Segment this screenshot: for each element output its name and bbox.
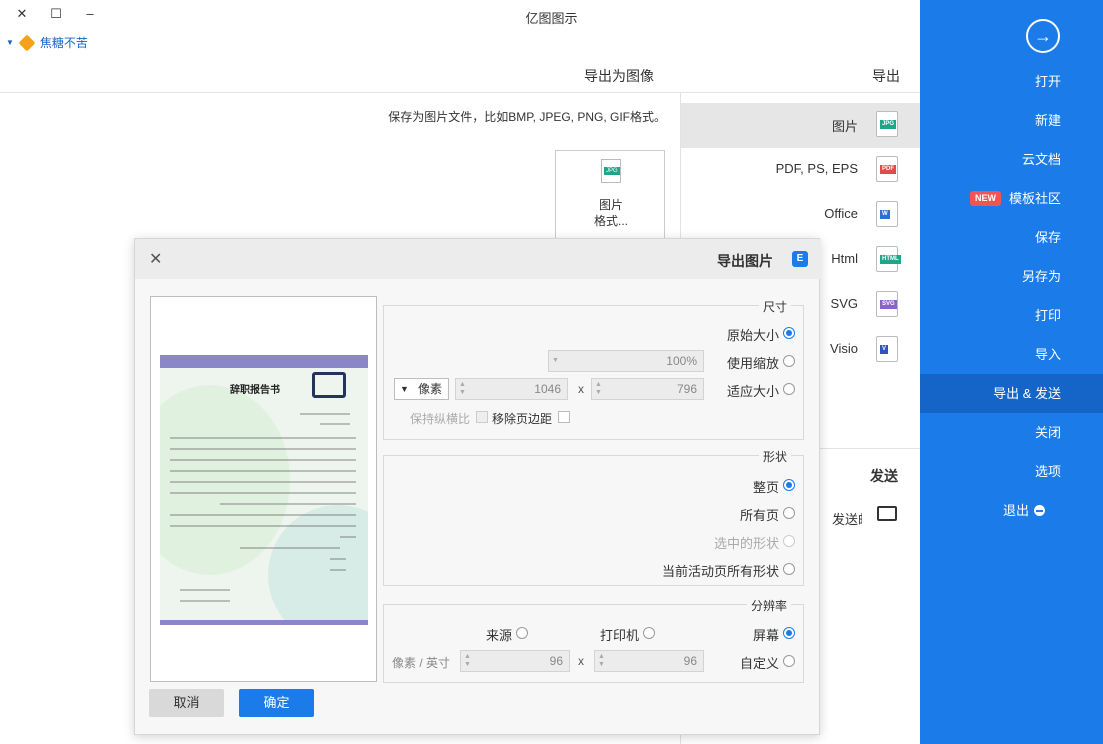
format-label: 图片 bbox=[831, 119, 858, 134]
format-office[interactable]: Office W bbox=[681, 193, 920, 238]
shape-group: 形状 整页 所有页 选中的形状 当前活动页所有形状 bbox=[383, 448, 804, 586]
jpg-file-icon: JPG bbox=[601, 159, 621, 183]
dpi-y-input[interactable]: ▲ ▼ 96 bbox=[460, 650, 570, 672]
format-label: Office bbox=[824, 206, 858, 221]
send-email-item[interactable]: 发送邮件 bbox=[832, 509, 862, 528]
dialog-title: 导出图片 bbox=[717, 253, 773, 269]
size-unit-select[interactable]: ▼ 像素 bbox=[394, 378, 449, 400]
cancel-button[interactable]: 取消 bbox=[149, 689, 224, 717]
sidebar-item-import[interactable]: 导入 bbox=[920, 335, 1103, 374]
radio-active-page-shapes[interactable]: 当前活动页所有形状 bbox=[643, 560, 803, 579]
user-name: 焦糖不苦 bbox=[39, 36, 88, 50]
send-section-title: 发送 bbox=[870, 468, 898, 484]
radio-all-pages[interactable]: 所有页 bbox=[693, 504, 803, 523]
export-section-title: 导出 bbox=[872, 68, 900, 84]
format-label: Visio bbox=[830, 341, 858, 356]
title-bar: 亿图图示 ✕ ☐ – bbox=[0, 0, 920, 30]
times-label: x bbox=[578, 382, 584, 396]
format-label: SVG bbox=[830, 296, 858, 311]
exit-icon bbox=[1034, 505, 1045, 516]
radio-whole-page[interactable]: 整页 bbox=[693, 476, 803, 495]
size-group: 尺寸 原始大小 使用缩放 ▼ 100% 适应大小 ▲ ▼ 796 x ▲ ▼ 1046 ▼… bbox=[383, 298, 804, 440]
back-arrow-icon[interactable]: → bbox=[1026, 19, 1060, 53]
radio-selected-shapes[interactable]: 选中的形状 bbox=[693, 532, 803, 551]
mail-icon[interactable] bbox=[877, 506, 897, 521]
svg-file-icon: SVG bbox=[876, 291, 898, 317]
ok-button[interactable]: 确定 bbox=[239, 689, 314, 717]
word-file-icon: W bbox=[876, 201, 898, 227]
sidebar-item-template-community[interactable]: NEW 模板社区 bbox=[920, 179, 1103, 218]
radio-original-size[interactable]: 原始大小 bbox=[693, 324, 803, 343]
export-description: 保存为图片文件，比如BMP, JPEG, PNG, GIF格式。 bbox=[388, 110, 666, 124]
minimize-window-button[interactable]: – bbox=[82, 6, 98, 22]
export-preview: 辞职报告书 bbox=[150, 296, 377, 682]
keep-ratio-checkbox[interactable]: 保持纵横比 bbox=[396, 410, 488, 426]
sidebar-item-export-send[interactable]: 导出 & 发送 bbox=[920, 374, 1103, 413]
dpi-x-input[interactable]: ▲ ▼ 96 bbox=[594, 650, 704, 672]
radio-fit-size[interactable]: 适应大小 bbox=[693, 380, 803, 399]
sidebar-item-open[interactable]: 打开 bbox=[920, 62, 1103, 101]
image-format-card[interactable]: JPG 图片 格式... bbox=[555, 150, 665, 242]
vip-badge-icon bbox=[18, 34, 36, 51]
radio-printer[interactable]: 打印机 bbox=[589, 624, 663, 643]
radio-screen[interactable]: 屏幕 bbox=[743, 624, 803, 643]
sidebar-item-print[interactable]: 打印 bbox=[920, 296, 1103, 335]
format-label: PDF, PS, EPS bbox=[775, 161, 858, 176]
resolution-legend: 分辨率 bbox=[746, 597, 791, 614]
sidebar-item-options[interactable]: 选项 bbox=[920, 452, 1103, 491]
format-label: Html bbox=[831, 251, 858, 266]
card-label: 图片 格式... bbox=[593, 198, 628, 228]
id-card-icon bbox=[312, 372, 346, 398]
close-icon[interactable]: ✕ bbox=[149, 249, 162, 269]
header-divider bbox=[0, 92, 920, 93]
sidebar-item-exit[interactable]: 退出 bbox=[920, 491, 1103, 530]
resolution-group: 分辨率 屏幕 打印机 来源 自定义 ▲ ▼ 96 x ▲ ▼ 96 像素 / 英寸 bbox=[383, 597, 804, 683]
dpi-unit-label: 像素 / 英寸 bbox=[392, 656, 451, 670]
app-logo-icon: E bbox=[792, 251, 808, 267]
user-menu[interactable]: ▼ 焦糖不苦 bbox=[6, 34, 88, 51]
pdf-file-icon: PDF bbox=[876, 156, 898, 182]
maximize-window-button[interactable]: ☐ bbox=[48, 6, 64, 22]
sidebar-item-close[interactable]: 关闭 bbox=[920, 413, 1103, 452]
radio-use-scale[interactable]: 使用缩放 bbox=[693, 352, 803, 371]
size-legend: 尺寸 bbox=[758, 298, 791, 315]
height-input[interactable]: ▲ ▼ 796 bbox=[591, 378, 704, 400]
format-image[interactable]: 图片 JPG bbox=[681, 103, 920, 148]
dialog-header: ✕ 导出图片 E bbox=[135, 239, 821, 279]
close-window-button[interactable]: ✕ bbox=[14, 6, 30, 22]
jpg-file-icon: JPG bbox=[876, 111, 898, 137]
dropdown-arrow-icon: ▼ bbox=[6, 38, 14, 47]
radio-custom[interactable]: 自定义 bbox=[733, 652, 803, 671]
sidebar-item-cloud-docs[interactable]: 云文档 bbox=[920, 140, 1103, 179]
backstage-sidebar: → 打开 新建 云文档 NEW 模板社区 保存 另存为 打印 导入 导出 & 发… bbox=[920, 0, 1103, 744]
format-pdf[interactable]: PDF, PS, EPS PDF bbox=[681, 148, 920, 193]
width-input[interactable]: ▲ ▼ 1046 bbox=[455, 378, 568, 400]
sidebar-item-save[interactable]: 保存 bbox=[920, 218, 1103, 257]
radio-source[interactable]: 来源 bbox=[476, 624, 536, 643]
shape-legend: 形状 bbox=[758, 448, 791, 465]
export-image-dialog: ✕ 导出图片 E 辞职报告书 尺寸 原始大小 使用缩放 ▼ 100% 适应大小 … bbox=[134, 238, 821, 735]
preview-doc-title: 辞职报告书 bbox=[230, 385, 280, 396]
visio-file-icon: V bbox=[876, 336, 898, 362]
new-badge: NEW bbox=[970, 191, 1001, 206]
sidebar-item-new[interactable]: 新建 bbox=[920, 101, 1103, 140]
sidebar-item-save-as[interactable]: 另存为 bbox=[920, 257, 1103, 296]
remove-margin-checkbox[interactable]: 移除页边距 bbox=[492, 410, 570, 426]
page-heading: 导出为图像 bbox=[584, 68, 654, 84]
scale-dropdown[interactable]: ▼ 100% bbox=[548, 350, 704, 372]
times-label: x bbox=[578, 654, 584, 668]
preview-document: 辞职报告书 bbox=[160, 355, 368, 625]
html-file-icon: HTML bbox=[876, 246, 901, 272]
